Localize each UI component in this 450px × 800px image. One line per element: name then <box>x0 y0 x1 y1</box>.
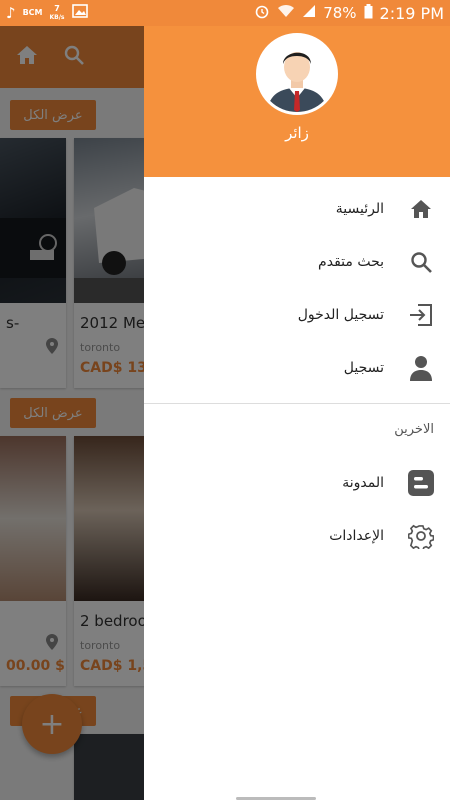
menu-item-label: المدونة <box>342 475 384 491</box>
menu-item-label: الإعدادات <box>329 528 384 544</box>
menu-item-settings[interactable]: الإعدادات <box>144 510 450 562</box>
avatar[interactable] <box>256 33 338 115</box>
signal-icon <box>302 4 316 22</box>
status-bar: ♪ BCM 7 KB/s 78% 2:19 PM <box>0 0 450 26</box>
others-section-label: الاخرين <box>394 422 434 437</box>
person-icon <box>408 355 434 381</box>
menu-item-label: تسجيل الدخول <box>297 307 384 323</box>
menu-item-register[interactable]: تسجيل <box>144 342 450 394</box>
alarm-icon <box>254 3 270 23</box>
menu-item-login[interactable]: تسجيل الدخول <box>144 289 450 341</box>
drawer-divider <box>144 403 450 404</box>
image-icon <box>71 4 88 22</box>
bcm-indicator: BCM <box>22 8 43 17</box>
menu-item-home[interactable]: الرئيسية <box>144 183 450 235</box>
network-rate-unit: KB/s <box>49 13 65 21</box>
menu-item-advanced-search[interactable]: بحث متقدم <box>144 236 450 288</box>
network-rate-value: 7 <box>54 3 60 13</box>
status-left: ♪ BCM 7 KB/s <box>6 4 88 22</box>
gear-icon <box>408 523 434 549</box>
home-icon <box>408 196 434 222</box>
menu-item-blog[interactable]: المدونة <box>144 457 450 509</box>
search-icon <box>408 249 434 275</box>
drawer-header: زائر <box>144 26 450 177</box>
menu-item-label: تسجيل <box>343 360 384 376</box>
battery-level: 78% <box>323 4 357 22</box>
user-name: زائر <box>285 124 309 142</box>
navigation-drawer: زائر الرئيسية بحث متقدم تسجيل الدخول تسج… <box>144 26 450 800</box>
network-rate: 7 KB/s <box>49 3 65 22</box>
blogger-icon <box>408 470 434 496</box>
wifi-icon <box>277 4 295 22</box>
music-note-icon: ♪ <box>6 4 16 22</box>
status-right: 78% 2:19 PM <box>254 3 444 23</box>
menu-item-label: بحث متقدم <box>318 254 384 270</box>
login-icon <box>408 302 434 328</box>
battery-icon <box>364 3 373 23</box>
clock: 2:19 PM <box>379 3 444 23</box>
menu-item-label: الرئيسية <box>335 201 384 217</box>
